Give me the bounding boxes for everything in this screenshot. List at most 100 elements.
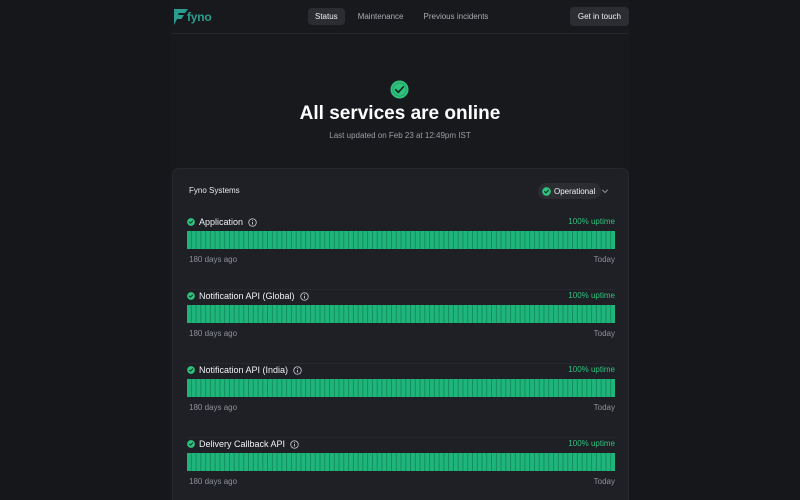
uptime-day-segment[interactable] — [520, 305, 525, 323]
get-in-touch-button[interactable]: Get in touch — [569, 7, 629, 26]
uptime-day-segment[interactable] — [439, 305, 444, 323]
uptime-day-segment[interactable] — [353, 231, 358, 249]
uptime-day-segment[interactable] — [372, 231, 377, 249]
uptime-day-segment[interactable] — [544, 453, 549, 471]
uptime-day-segment[interactable] — [368, 231, 372, 249]
uptime-day-segment[interactable] — [229, 453, 234, 471]
uptime-day-segment[interactable] — [187, 379, 191, 397]
uptime-day-segment[interactable] — [244, 453, 249, 471]
uptime-day-segment[interactable] — [430, 453, 434, 471]
uptime-day-segment[interactable] — [287, 453, 291, 471]
uptime-day-segment[interactable] — [434, 231, 439, 249]
uptime-day-segment[interactable] — [363, 453, 368, 471]
uptime-day-segment[interactable] — [353, 305, 358, 323]
uptime-day-segment[interactable] — [334, 379, 339, 397]
uptime-day-segment[interactable] — [272, 305, 277, 323]
uptime-day-segment[interactable] — [229, 305, 234, 323]
uptime-day-segment[interactable] — [544, 305, 549, 323]
uptime-day-segment[interactable] — [258, 379, 263, 397]
uptime-day-segment[interactable] — [206, 453, 210, 471]
uptime-day-segment[interactable] — [296, 305, 301, 323]
uptime-day-segment[interactable] — [501, 231, 506, 249]
uptime-day-segment[interactable] — [558, 305, 563, 323]
uptime-day-segment[interactable] — [553, 305, 558, 323]
uptime-day-segment[interactable] — [534, 305, 539, 323]
uptime-day-segment[interactable] — [420, 453, 425, 471]
uptime-day-segment[interactable] — [573, 453, 577, 471]
uptime-day-segment[interactable] — [215, 305, 220, 323]
uptime-day-segment[interactable] — [253, 379, 258, 397]
uptime-day-segment[interactable] — [539, 453, 544, 471]
uptime-day-segment[interactable] — [496, 453, 501, 471]
uptime-day-segment[interactable] — [492, 305, 496, 323]
uptime-day-segment[interactable] — [225, 305, 229, 323]
uptime-day-segment[interactable] — [425, 453, 430, 471]
uptime-day-segment[interactable] — [425, 231, 430, 249]
uptime-day-segment[interactable] — [406, 305, 411, 323]
uptime-day-segment[interactable] — [225, 231, 229, 249]
uptime-day-segment[interactable] — [468, 231, 473, 249]
uptime-day-segment[interactable] — [492, 453, 496, 471]
status-badge[interactable]: Operational — [538, 183, 602, 199]
uptime-day-segment[interactable] — [477, 305, 482, 323]
uptime-day-segment[interactable] — [377, 305, 382, 323]
uptime-day-segment[interactable] — [410, 231, 415, 249]
uptime-day-segment[interactable] — [425, 379, 430, 397]
uptime-day-segment[interactable] — [587, 453, 592, 471]
uptime-day-segment[interactable] — [534, 379, 539, 397]
uptime-day-segment[interactable] — [539, 379, 544, 397]
uptime-day-segment[interactable] — [577, 453, 582, 471]
uptime-day-segment[interactable] — [568, 379, 573, 397]
uptime-day-segment[interactable] — [592, 379, 596, 397]
uptime-day-segment[interactable] — [506, 231, 511, 249]
uptime-day-segment[interactable] — [253, 305, 258, 323]
uptime-day-segment[interactable] — [539, 231, 544, 249]
uptime-day-segment[interactable] — [472, 379, 477, 397]
uptime-day-segment[interactable] — [577, 231, 582, 249]
uptime-day-segment[interactable] — [563, 305, 568, 323]
uptime-day-segment[interactable] — [596, 379, 601, 397]
uptime-day-segment[interactable] — [368, 379, 372, 397]
uptime-day-segment[interactable] — [272, 453, 277, 471]
nav-previous-incidents[interactable]: Previous incidents — [417, 8, 496, 25]
uptime-day-segment[interactable] — [220, 231, 225, 249]
uptime-day-segment[interactable] — [215, 231, 220, 249]
uptime-day-segment[interactable] — [482, 453, 487, 471]
uptime-day-segment[interactable] — [320, 453, 325, 471]
uptime-day-segment[interactable] — [387, 379, 392, 397]
uptime-day-segment[interactable] — [472, 231, 477, 249]
uptime-day-segment[interactable] — [525, 305, 530, 323]
uptime-day-segment[interactable] — [568, 305, 573, 323]
uptime-day-segment[interactable] — [301, 231, 306, 249]
uptime-day-segment[interactable] — [434, 305, 439, 323]
uptime-day-segment[interactable] — [401, 231, 406, 249]
info-icon[interactable] — [248, 217, 257, 227]
uptime-day-segment[interactable] — [482, 231, 487, 249]
uptime-day-segment[interactable] — [487, 305, 492, 323]
uptime-day-segment[interactable] — [358, 305, 363, 323]
uptime-day-segment[interactable] — [320, 231, 325, 249]
uptime-day-segment[interactable] — [372, 453, 377, 471]
uptime-day-segment[interactable] — [377, 453, 382, 471]
uptime-day-segment[interactable] — [601, 453, 606, 471]
uptime-day-segment[interactable] — [472, 305, 477, 323]
uptime-day-segment[interactable] — [444, 379, 449, 397]
uptime-day-segment[interactable] — [196, 231, 201, 249]
uptime-day-segment[interactable] — [444, 305, 449, 323]
uptime-day-segment[interactable] — [282, 453, 287, 471]
uptime-day-segment[interactable] — [325, 305, 330, 323]
uptime-day-segment[interactable] — [258, 453, 263, 471]
uptime-day-segment[interactable] — [553, 453, 558, 471]
uptime-day-segment[interactable] — [291, 379, 296, 397]
uptime-day-segment[interactable] — [534, 231, 539, 249]
uptime-day-segment[interactable] — [287, 379, 291, 397]
uptime-day-segment[interactable] — [334, 305, 339, 323]
uptime-day-segment[interactable] — [272, 231, 277, 249]
uptime-day-segment[interactable] — [596, 231, 601, 249]
uptime-day-segment[interactable] — [358, 379, 363, 397]
uptime-day-segment[interactable] — [287, 231, 291, 249]
uptime-day-segment[interactable] — [187, 231, 191, 249]
uptime-day-segment[interactable] — [425, 305, 430, 323]
uptime-day-segment[interactable] — [244, 231, 249, 249]
uptime-day-segment[interactable] — [439, 379, 444, 397]
